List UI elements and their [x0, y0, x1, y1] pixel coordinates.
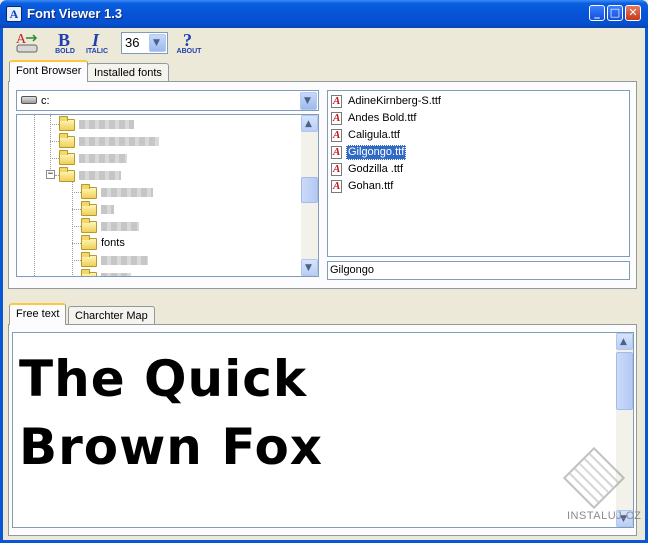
font-tool-icon: A — [16, 32, 38, 53]
scroll-down-button[interactable]: ▼ — [301, 259, 318, 276]
ttf-file-icon: A — [331, 180, 342, 193]
preview-text-area[interactable]: The Quick Brown Fox ▲ ▼ — [12, 332, 634, 528]
ttf-file-icon: A — [331, 95, 342, 108]
tab-character-map[interactable]: Charchter Map — [68, 306, 155, 325]
redacted-folder-name[interactable] — [79, 154, 127, 163]
tree-line — [72, 209, 81, 210]
folder-icon[interactable] — [81, 235, 97, 250]
watermark-text: INSTALUJ.CZ — [567, 510, 642, 522]
font-file-list[interactable]: A AdineKirnberg-S.ttf A Andes Bold.ttf A… — [327, 90, 630, 257]
window-title: Font Viewer 1.3 — [27, 6, 123, 21]
watermark-logo-icon — [562, 446, 626, 510]
tree-line — [50, 124, 59, 125]
tree-scrollbar[interactable]: ▲ ▼ — [301, 115, 318, 276]
folder-icon[interactable] — [81, 218, 97, 233]
chevron-down-icon: ▼ — [305, 263, 312, 273]
redacted-folder-name[interactable] — [101, 188, 153, 197]
tree-line — [72, 226, 81, 227]
file-name: Gohan.ttf — [348, 180, 394, 192]
file-name: Caligula.ttf — [348, 129, 400, 141]
tab-installed-fonts[interactable]: Installed fonts — [87, 63, 169, 82]
redacted-folder-name[interactable] — [101, 256, 148, 265]
file-name: Gilgongo.ttf — [346, 145, 407, 160]
folder-tree[interactable]: − fonts ▲ ▼ — [16, 114, 319, 277]
scroll-thumb[interactable] — [616, 352, 633, 410]
about-button[interactable]: ? ABOUT — [175, 30, 203, 56]
redacted-folder-name[interactable] — [79, 171, 121, 180]
bold-icon: B — [58, 30, 70, 50]
ttf-file-icon: A — [331, 146, 342, 159]
italic-icon: I — [91, 30, 100, 50]
tree-line — [50, 158, 59, 159]
folder-icon[interactable] — [59, 133, 75, 148]
tab-free-text[interactable]: Free text — [9, 303, 67, 325]
collapse-toggle[interactable]: − — [46, 170, 55, 179]
title-bar[interactable]: A Font Viewer 1.3 _ □ ✕ — [0, 0, 648, 28]
hard-drive-icon — [21, 96, 37, 104]
watermark: INSTALUJ.CZ — [558, 446, 641, 526]
font-size-dropdown-button[interactable]: ▼ — [149, 34, 166, 52]
minimize-button[interactable]: _ — [589, 5, 605, 21]
file-name: AdineKirnberg-S.ttf — [348, 95, 441, 107]
svg-text:I: I — [91, 30, 100, 48]
font-tool-button[interactable]: A — [14, 30, 40, 56]
redacted-folder-name[interactable] — [101, 273, 131, 276]
redacted-folder-name[interactable] — [101, 222, 139, 231]
svg-text:B: B — [58, 30, 70, 48]
close-icon: ✕ — [628, 6, 638, 19]
tree-line — [72, 192, 81, 193]
font-viewer-app-icon[interactable]: A — [6, 6, 22, 22]
app-window: A Font Viewer 1.3 _ □ ✕ A B BOLD I ITALI… — [0, 0, 648, 543]
maximize-button[interactable]: □ — [607, 5, 623, 21]
redacted-folder-name[interactable] — [79, 120, 134, 129]
tree-line — [34, 115, 35, 276]
folder-icon[interactable] — [81, 201, 97, 216]
folder-icon[interactable] — [59, 116, 75, 131]
folder-icon[interactable] — [81, 269, 97, 276]
drive-dropdown-button[interactable]: ▼ — [300, 92, 317, 110]
drive-select[interactable]: c: ▼ — [16, 90, 319, 111]
chevron-up-icon: ▲ — [305, 119, 312, 129]
tree-line — [72, 243, 81, 244]
redacted-folder-name[interactable] — [101, 205, 114, 214]
bold-button[interactable]: B BOLD — [53, 30, 77, 56]
selected-font-name-field[interactable]: Gilgongo — [327, 261, 630, 280]
font-size-select[interactable]: 36 ▼ — [121, 32, 168, 54]
chevron-down-icon: ▼ — [304, 96, 311, 106]
close-button[interactable]: ✕ — [625, 5, 641, 21]
folder-open-icon[interactable] — [59, 167, 75, 182]
scroll-up-button[interactable]: ▲ — [616, 333, 633, 350]
folder-icon[interactable] — [81, 252, 97, 267]
question-mark-icon: ? — [183, 30, 192, 50]
ttf-file-icon: A — [331, 112, 342, 125]
preview-text[interactable]: The Quick Brown Fox — [19, 345, 589, 481]
tree-line — [72, 260, 81, 261]
scroll-up-button[interactable]: ▲ — [301, 115, 318, 132]
chevron-down-icon: ▼ — [153, 38, 160, 48]
italic-button[interactable]: I ITALIC — [83, 30, 111, 56]
chevron-up-icon: ▲ — [620, 337, 627, 347]
drive-select-value: c: — [41, 95, 50, 107]
tree-item-fonts[interactable]: fonts — [101, 237, 125, 250]
tree-line — [50, 141, 59, 142]
file-name: Godzilla .ttf — [348, 163, 404, 175]
maximize-icon: □ — [609, 6, 621, 19]
font-size-value: 36 — [125, 35, 140, 50]
client-area: A B BOLD I ITALIC 36 ▼ ? ABOUT Font Brow… — [3, 28, 645, 540]
folder-icon[interactable] — [81, 184, 97, 199]
folder-icon[interactable] — [59, 150, 75, 165]
minimize-icon: _ — [594, 6, 600, 19]
tab-font-browser[interactable]: Font Browser — [9, 60, 89, 82]
italic-label: ITALIC — [85, 48, 109, 55]
ttf-file-icon: A — [331, 129, 342, 142]
redacted-folder-name[interactable] — [79, 137, 159, 146]
file-name: Andes Bold.ttf — [348, 112, 417, 124]
ttf-file-icon: A — [331, 163, 342, 176]
bold-label: BOLD — [55, 48, 75, 55]
svg-text:?: ? — [183, 30, 192, 48]
about-label: ABOUT — [176, 48, 202, 55]
scroll-thumb[interactable] — [301, 177, 318, 203]
